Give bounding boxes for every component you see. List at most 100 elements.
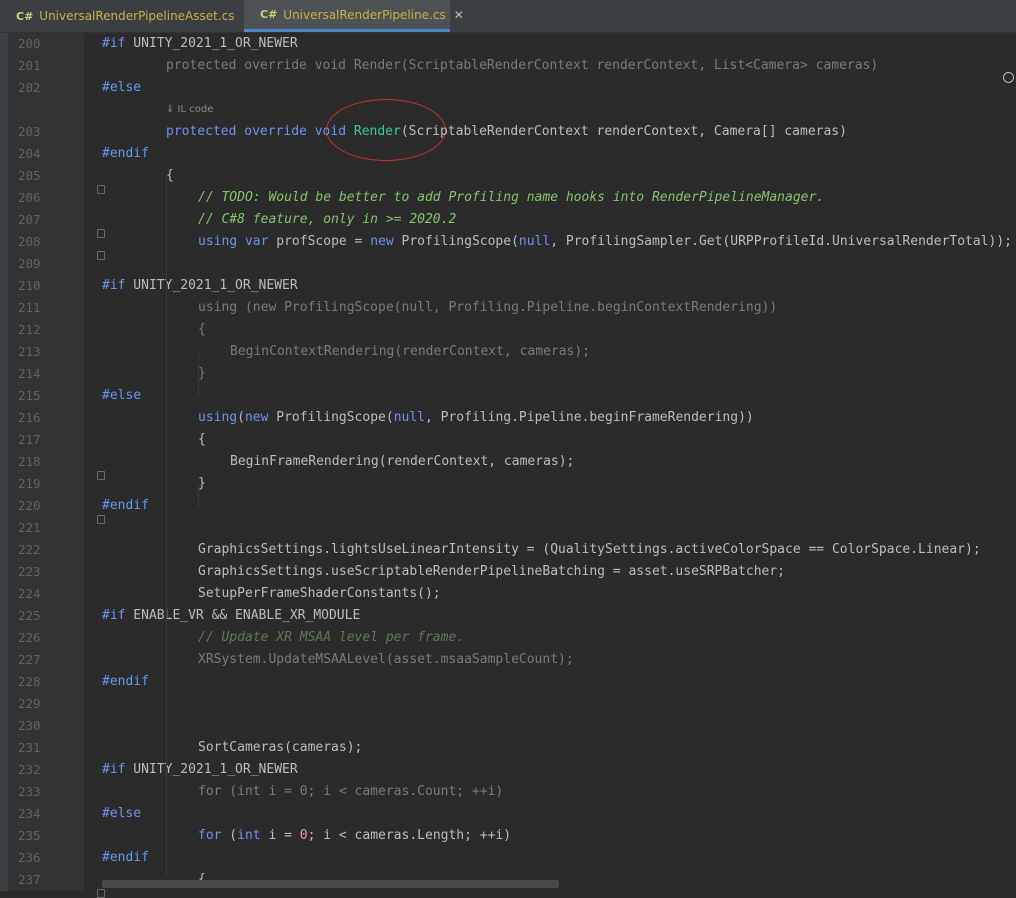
code-token: SetupPerFrameShaderConstants(); xyxy=(198,586,441,601)
code-text: SetupPerFrameShaderConstants(); xyxy=(198,583,441,605)
line-number: 220 xyxy=(18,498,41,513)
code-line[interactable]: 213 BeginContextRendering(renderContext, … xyxy=(0,341,1016,363)
il-code-hint[interactable]: ⇓ IL code xyxy=(166,99,213,121)
code-line[interactable]: 202 #else xyxy=(0,77,1016,99)
code-token: #else xyxy=(102,80,142,95)
indent-guide xyxy=(198,353,199,397)
code-text: XRSystem.UpdateMSAALevel(asset.msaaSampl… xyxy=(198,649,574,671)
line-number: 205 xyxy=(18,168,41,183)
fold-marker-icon[interactable] xyxy=(97,471,105,480)
tab-universal-render-pipeline-asset[interactable]: C# UniversalRenderPipelineAsset.cs ✕ xyxy=(0,0,253,32)
code-token: #if xyxy=(102,278,126,293)
code-line[interactable]: 207 // C#8 feature, only in >= 2020.2 xyxy=(0,209,1016,231)
code-line[interactable]: 226 // Update XR MSAA level per frame. xyxy=(0,627,1016,649)
code-token: using (new ProfilingScope(null, Profilin… xyxy=(198,300,778,315)
code-line[interactable]: 201 protected override void Render(Script… xyxy=(0,55,1016,77)
line-number: 216 xyxy=(18,410,41,425)
fold-marker-icon[interactable] xyxy=(97,229,105,238)
code-line[interactable]: 234 #else xyxy=(0,803,1016,825)
code-token: { xyxy=(198,322,206,337)
code-line[interactable]: 215 #else xyxy=(0,385,1016,407)
code-token: #else xyxy=(102,388,142,403)
line-number: 236 xyxy=(18,850,41,865)
line-number: 229 xyxy=(18,696,41,711)
line-number: 226 xyxy=(18,630,41,645)
code-line[interactable]: 225 #if ENABLE_VR && ENABLE_XR_MODULE xyxy=(0,605,1016,627)
code-token: #endif xyxy=(102,674,149,689)
code-line[interactable]: 221 xyxy=(0,517,1016,539)
code-line[interactable]: 208 using var profScope = new ProfilingSc… xyxy=(0,231,1016,253)
fold-marker-icon[interactable] xyxy=(97,185,105,194)
code-line[interactable]: 204 #endif xyxy=(0,143,1016,165)
line-number: 237 xyxy=(18,872,41,887)
code-line[interactable]: 200 #if UNITY_2021_1_OR_NEWER xyxy=(0,33,1016,55)
code-token: UNITY_2021_1_OR_NEWER xyxy=(125,278,298,293)
code-line[interactable]: 217 { xyxy=(0,429,1016,451)
code-line[interactable]: 206 // TODO: Would be better to add Profi… xyxy=(0,187,1016,209)
code-line[interactable]: 212 { xyxy=(0,319,1016,341)
code-token: using xyxy=(198,234,238,249)
line-number: 204 xyxy=(18,146,41,161)
code-token: // TODO: Would be better to add Profilin… xyxy=(198,190,825,205)
fold-marker-icon[interactable] xyxy=(97,515,105,524)
code-line[interactable]: 209 xyxy=(0,253,1016,275)
code-line[interactable]: 205 { xyxy=(0,165,1016,187)
line-number: 224 xyxy=(18,586,41,601)
code-text: #else xyxy=(102,803,141,825)
fold-marker-icon[interactable] xyxy=(97,251,105,260)
code-line[interactable]: 231 SortCameras(cameras); xyxy=(0,737,1016,759)
code-editor[interactable]: ⇓ IL code 200 #if UNITY_2021_1_OR_NEWER 20… xyxy=(0,33,1016,898)
code-text: #endif xyxy=(102,671,149,693)
code-text: SortCameras(cameras); xyxy=(198,737,362,759)
code-line[interactable]: 227 XRSystem.UpdateMSAALevel(asset.msaaSa… xyxy=(0,649,1016,671)
code-token: #endif xyxy=(102,498,149,513)
code-line[interactable]: 236 #endif xyxy=(0,847,1016,869)
code-line[interactable]: 222 GraphicsSettings.lightsUseLinearInten… xyxy=(0,539,1016,561)
code-token: ; i < cameras.Length; ++i) xyxy=(307,828,512,843)
line-number: 213 xyxy=(18,344,41,359)
code-token: { xyxy=(198,432,206,447)
code-text: #if UNITY_2021_1_OR_NEWER xyxy=(102,759,298,781)
code-token: using xyxy=(198,410,238,425)
code-text: #else xyxy=(102,77,141,99)
line-number: 221 xyxy=(18,520,41,535)
code-line[interactable]: 223 GraphicsSettings.useScriptableRenderP… xyxy=(0,561,1016,583)
code-token: ProfilingScope( xyxy=(393,234,519,249)
code-token: null xyxy=(518,234,551,249)
code-token: Render xyxy=(353,124,401,139)
code-line[interactable]: 203 protected override void Render(Script… xyxy=(0,121,1016,143)
code-token: XRSystem.UpdateMSAALevel(asset.msaaSampl… xyxy=(198,652,574,667)
code-line[interactable]: 216 using(new ProfilingScope(null, Profil… xyxy=(0,407,1016,429)
code-text: BeginContextRendering(renderContext, cam… xyxy=(230,341,590,363)
line-number: 207 xyxy=(18,212,41,227)
code-token: profScope = xyxy=(268,234,371,249)
code-line[interactable]: 232 #if UNITY_2021_1_OR_NEWER xyxy=(0,759,1016,781)
code-line[interactable]: 228 #endif xyxy=(0,671,1016,693)
close-icon[interactable]: ✕ xyxy=(454,8,464,22)
code-token: protected override void Render(Scriptabl… xyxy=(166,58,879,73)
code-line[interactable]: 233 for (int i = 0; i < cameras.Count; ++… xyxy=(0,781,1016,803)
code-line[interactable]: 210 #if UNITY_2021_1_OR_NEWER xyxy=(0,275,1016,297)
code-line[interactable]: 235 for (int i = 0; i < cameras.Length; +… xyxy=(0,825,1016,847)
line-number: 203 xyxy=(18,124,41,139)
line-number: 206 xyxy=(18,190,41,205)
fold-marker-icon[interactable] xyxy=(97,889,105,898)
tab-universal-render-pipeline[interactable]: C# UniversalRenderPipeline.cs ✕ xyxy=(244,0,464,32)
code-line[interactable]: 214} xyxy=(0,363,1016,385)
horizontal-scrollbar[interactable] xyxy=(102,880,559,888)
code-line[interactable]: 220 #endif xyxy=(0,495,1016,517)
code-token: null xyxy=(393,410,425,425)
code-line[interactable]: 229 xyxy=(0,693,1016,715)
code-token: } xyxy=(198,476,206,491)
code-line[interactable]: 219} xyxy=(0,473,1016,495)
code-line[interactable]: 218 BeginFrameRendering(renderContext, ca… xyxy=(0,451,1016,473)
code-text: // TODO: Would be better to add Profilin… xyxy=(198,187,824,209)
code-text: #endif xyxy=(102,847,149,869)
code-line[interactable]: 211 using (new ProfilingScope(null, Profi… xyxy=(0,297,1016,319)
code-line[interactable]: 224 SetupPerFrameShaderConstants(); xyxy=(0,583,1016,605)
code-line[interactable]: 230 xyxy=(0,715,1016,737)
code-text: { xyxy=(166,165,174,187)
editor-tab-bar: C# UniversalRenderPipelineAsset.cs ✕ C# … xyxy=(0,0,1016,33)
